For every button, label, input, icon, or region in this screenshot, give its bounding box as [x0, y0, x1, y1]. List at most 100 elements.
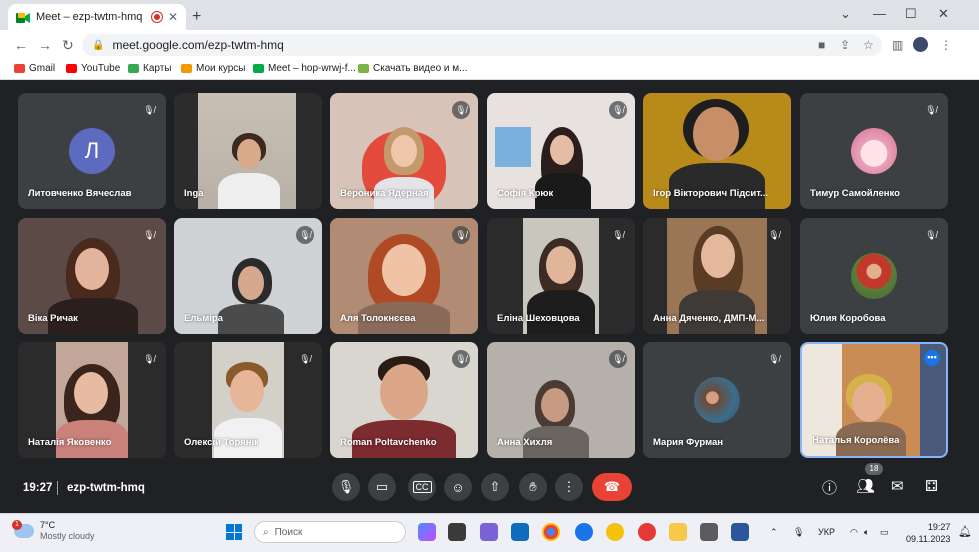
captions-button[interactable]: CC: [408, 473, 436, 501]
bookmark-download[interactable]: Скачать видео и м...: [358, 63, 468, 74]
temperature: 7°C: [40, 520, 56, 530]
participant-tile[interactable]: Л 🎙︎̸ Литовченко Вячеслав: [18, 93, 166, 209]
participant-tile[interactable]: Ігор Вікторович Підсит...: [643, 93, 791, 209]
mic-off-icon: 🎙︎̸: [296, 226, 314, 244]
bookmark-gmail[interactable]: Gmail: [14, 63, 55, 74]
self-tile[interactable]: ••• Наталья Королёва: [800, 342, 948, 458]
chevron-down-icon[interactable]: ⌄: [840, 6, 851, 22]
chrome-icon[interactable]: [542, 523, 560, 541]
mic-off-icon: 🎙︎̸: [452, 101, 470, 119]
notification-bell-icon[interactable]: 🔔︎: [958, 525, 972, 538]
participant-tile[interactable]: 🎙︎̸ Вероника Ядерная: [330, 93, 478, 209]
video-camera-icon: ▭: [375, 479, 389, 494]
mic-off-icon: 🎙︎̸: [143, 353, 155, 364]
participant-tile[interactable]: 🎙︎̸ Олексій Торянік: [174, 342, 322, 458]
youtube-icon: [66, 64, 77, 73]
avatar: Л: [69, 128, 115, 174]
participant-name: Юлия Коробова: [810, 313, 886, 324]
mic-off-icon: 🎙︎̸: [299, 353, 311, 364]
mic-off-icon: 🎙︎̸: [768, 229, 780, 240]
present-screen-icon: ⇧: [489, 479, 501, 494]
participant-tile[interactable]: 🎙︎̸ Roman Poltavchenko: [330, 342, 478, 458]
weather-alert-badge: 1: [12, 520, 22, 530]
menu-icon[interactable]: ⋮: [940, 38, 952, 52]
taskbar-search[interactable]: ⌕ Поиск: [254, 521, 406, 543]
participant-tile[interactable]: 🎙︎̸ Тимур Самойленко: [800, 93, 948, 209]
people-icon[interactable]: 👥︎: [856, 477, 875, 495]
participant-tile[interactable]: 🎙︎̸ Софія Крюк: [487, 93, 635, 209]
word-icon[interactable]: [731, 523, 749, 541]
participant-name: Віка Ричак: [28, 313, 78, 324]
leave-call-button[interactable]: ☎︎: [592, 473, 632, 501]
start-button[interactable]: [226, 524, 242, 540]
more-options-icon[interactable]: •••: [924, 350, 940, 366]
mic-off-icon: 🎙︎̸: [143, 104, 155, 115]
edge-icon[interactable]: [575, 523, 593, 541]
info-icon[interactable]: ⓘ: [822, 477, 837, 498]
participant-tile[interactable]: 🎙︎̸ Віка Ричак: [18, 218, 166, 334]
chat-icon[interactable]: ✉︎: [891, 477, 904, 495]
back-icon[interactable]: ←: [14, 37, 28, 53]
system-clock[interactable]: 19:27 09.11.2023: [906, 521, 950, 545]
mic-tray-icon[interactable]: 🎙︎: [793, 527, 804, 538]
participant-tile[interactable]: 🎙︎̸ Наталія Яковенко: [18, 342, 166, 458]
maximize-button[interactable]: ☐: [905, 6, 917, 22]
search-icon: ⌕: [263, 526, 269, 538]
microphone-button[interactable]: 🎙︎: [332, 473, 360, 501]
wifi-icon[interactable]: ◠: [850, 527, 858, 538]
gmail-icon: [14, 64, 25, 73]
participant-tile[interactable]: 🎙︎̸ Юлия Коробова: [800, 218, 948, 334]
share-icon[interactable]: ⇪: [840, 38, 850, 52]
opera-icon[interactable]: [638, 523, 656, 541]
tab-title: Meet – ezp-twtm-hmq: [36, 11, 143, 23]
bookmark-youtube[interactable]: YouTube: [66, 63, 120, 74]
weather-widget[interactable]: 1 7°C Mostly cloudy: [12, 520, 95, 542]
participant-tile[interactable]: 🎙︎̸ Ельміра: [174, 218, 322, 334]
meet-icon: [253, 64, 264, 73]
participant-tile[interactable]: 🎙︎̸ Еліна Шеховцова: [487, 218, 635, 334]
search-placeholder: Поиск: [274, 526, 303, 538]
participant-tile[interactable]: 🎙︎̸ Анна Хихля: [487, 342, 635, 458]
browser-tab[interactable]: Meet – ezp-twtm-hmq ✕: [8, 4, 186, 30]
camera-button[interactable]: ▭: [368, 473, 396, 501]
forward-icon[interactable]: →: [38, 37, 52, 53]
address-bar[interactable]: 🔒 meet.google.com/ezp-twtm-hmq: [82, 34, 882, 56]
bookmark-meet[interactable]: Meet – hop-wrwj-f...: [253, 63, 356, 74]
present-button[interactable]: ⇧: [481, 473, 509, 501]
participant-name: Анна Хихля: [497, 437, 553, 448]
mail-icon[interactable]: [511, 523, 529, 541]
file-explorer-icon[interactable]: [669, 523, 687, 541]
sidepanel-icon[interactable]: ▥: [892, 38, 903, 52]
reactions-button[interactable]: ☺: [444, 473, 472, 501]
more-options-button[interactable]: ⋮: [555, 473, 583, 501]
task-view-icon[interactable]: [448, 523, 466, 541]
participant-tile[interactable]: 🎙︎̸ Мария Фурман: [643, 342, 791, 458]
new-tab-button[interactable]: +: [192, 8, 201, 26]
participant-tile[interactable]: 🎙︎̸ Аля Толокнєєва: [330, 218, 478, 334]
language-indicator[interactable]: УКР: [818, 527, 835, 537]
close-tab-icon[interactable]: ✕: [168, 10, 178, 24]
teams-icon[interactable]: [480, 523, 498, 541]
archiver-icon[interactable]: [700, 523, 718, 541]
bookmark-maps[interactable]: Карты: [128, 63, 172, 74]
norton-icon[interactable]: [606, 523, 624, 541]
bookmark-star-icon[interactable]: ☆: [863, 38, 874, 52]
profile-avatar[interactable]: [913, 37, 928, 52]
participant-tile[interactable]: 🎙︎̸ Анна Дяченко, ДМП-М...: [643, 218, 791, 334]
volume-icon[interactable]: 🔈︎: [864, 527, 869, 538]
window-close-button[interactable]: ✕: [938, 6, 949, 22]
bookmark-courses[interactable]: Мои курсы: [181, 63, 246, 74]
tray-chevron-icon[interactable]: ⌃: [770, 527, 778, 538]
activities-icon[interactable]: ⚃: [925, 477, 938, 495]
emoji-icon: ☺: [451, 479, 465, 495]
raise-hand-button[interactable]: ✋︎: [519, 473, 547, 501]
participant-tile[interactable]: Inga: [174, 93, 322, 209]
reload-icon[interactable]: ↻: [62, 37, 74, 54]
camera-icon[interactable]: ■: [818, 38, 825, 52]
mic-off-icon: 🎙︎̸: [452, 226, 470, 244]
minimize-button[interactable]: —: [873, 6, 886, 21]
participant-name: Ігор Вікторович Підсит...: [653, 188, 768, 199]
copilot-icon[interactable]: [418, 523, 436, 541]
participant-name: Roman Poltavchenko: [340, 437, 437, 448]
battery-icon[interactable]: ▭: [880, 527, 889, 538]
